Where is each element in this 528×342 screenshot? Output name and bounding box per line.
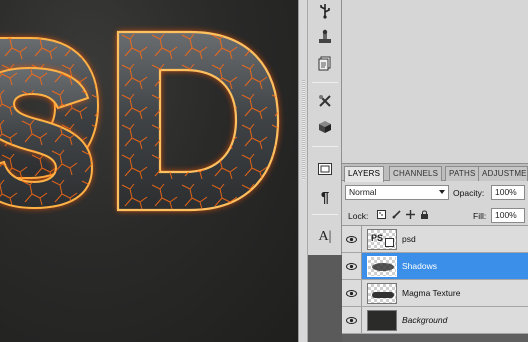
usb-fork-icon[interactable]: [314, 0, 336, 22]
layer-name: Shadows: [402, 261, 437, 271]
opacity-input[interactable]: 100%: [491, 185, 525, 200]
fill-label: Fill:: [473, 211, 487, 221]
layer-row-psd[interactable]: PS psd: [342, 226, 528, 253]
layer-name: psd: [402, 234, 416, 244]
character-glyph: A|: [318, 229, 332, 244]
chevron-down-icon: [439, 190, 445, 194]
visibility-eye-icon[interactable]: [342, 226, 362, 252]
empty-panel-area: [342, 0, 528, 163]
lock-position-icon[interactable]: [406, 210, 415, 219]
opacity-label: Opacity:: [453, 188, 485, 198]
glyph-d: [116, 30, 280, 212]
lock-all-icon[interactable]: [420, 210, 429, 219]
text-layer-thumbnail: PS: [367, 229, 397, 250]
layer-name: Background: [402, 315, 448, 325]
panel-separator[interactable]: [298, 0, 308, 342]
magma-layer-thumbnail: [367, 283, 397, 304]
panel-dock-icons: ¶ A|: [308, 0, 342, 342]
fill-input[interactable]: 100%: [491, 208, 525, 223]
dock-empty-area: [308, 255, 342, 342]
lock-transparent-icon[interactable]: [377, 210, 386, 219]
tab-adjustments[interactable]: ADJUSTME: [478, 166, 528, 181]
clone-stamp-icon[interactable]: [314, 26, 336, 48]
blend-opacity-row: Normal Opacity: 100%: [342, 182, 528, 204]
glyph-s-cracks: [0, 68, 92, 208]
tab-layers[interactable]: LAYERS: [344, 166, 385, 182]
lock-paint-icon[interactable]: [392, 210, 401, 219]
tab-paths[interactable]: PATHS: [445, 166, 480, 181]
lock-fill-row: Lock: Fill: 100%: [342, 204, 528, 226]
separator-grip[interactable]: [302, 80, 305, 180]
layer-comps-icon[interactable]: [314, 52, 336, 74]
layer-row-shadows[interactable]: Shadows: [342, 253, 528, 280]
character-icon[interactable]: A|: [314, 226, 336, 248]
layers-panel: LAYERS CHANNELS PATHS ADJUSTME Normal Op…: [342, 163, 528, 342]
document-canvas[interactable]: [0, 0, 298, 342]
layers-list: PS psd Shadows Magma Texture Background: [342, 226, 528, 342]
blend-mode-value: Normal: [349, 187, 377, 197]
shadows-layer-thumbnail: [367, 256, 397, 277]
panel-tabs: LAYERS CHANNELS PATHS ADJUSTME: [342, 164, 528, 182]
3d-cube-icon[interactable]: [314, 116, 336, 138]
paragraph-icon[interactable]: ¶: [314, 186, 336, 208]
psd-artwork: [0, 30, 280, 212]
layer-row-background[interactable]: Background: [342, 307, 528, 334]
fill-value: 100%: [495, 210, 517, 220]
background-layer-thumbnail: [367, 310, 397, 331]
blend-mode-select[interactable]: Normal: [345, 185, 449, 200]
tools-preset-icon[interactable]: [314, 90, 336, 112]
paragraph-glyph: ¶: [320, 188, 330, 206]
visibility-eye-icon[interactable]: [342, 253, 362, 279]
layer-row-magma-texture[interactable]: Magma Texture: [342, 280, 528, 307]
lock-label: Lock:: [348, 211, 369, 221]
navigator-icon[interactable]: [314, 158, 336, 180]
tab-channels[interactable]: CHANNELS: [389, 166, 443, 181]
visibility-eye-icon[interactable]: [342, 280, 362, 306]
opacity-value: 100%: [495, 187, 517, 197]
visibility-eye-icon[interactable]: [342, 307, 362, 333]
layer-name: Magma Texture: [402, 288, 461, 298]
